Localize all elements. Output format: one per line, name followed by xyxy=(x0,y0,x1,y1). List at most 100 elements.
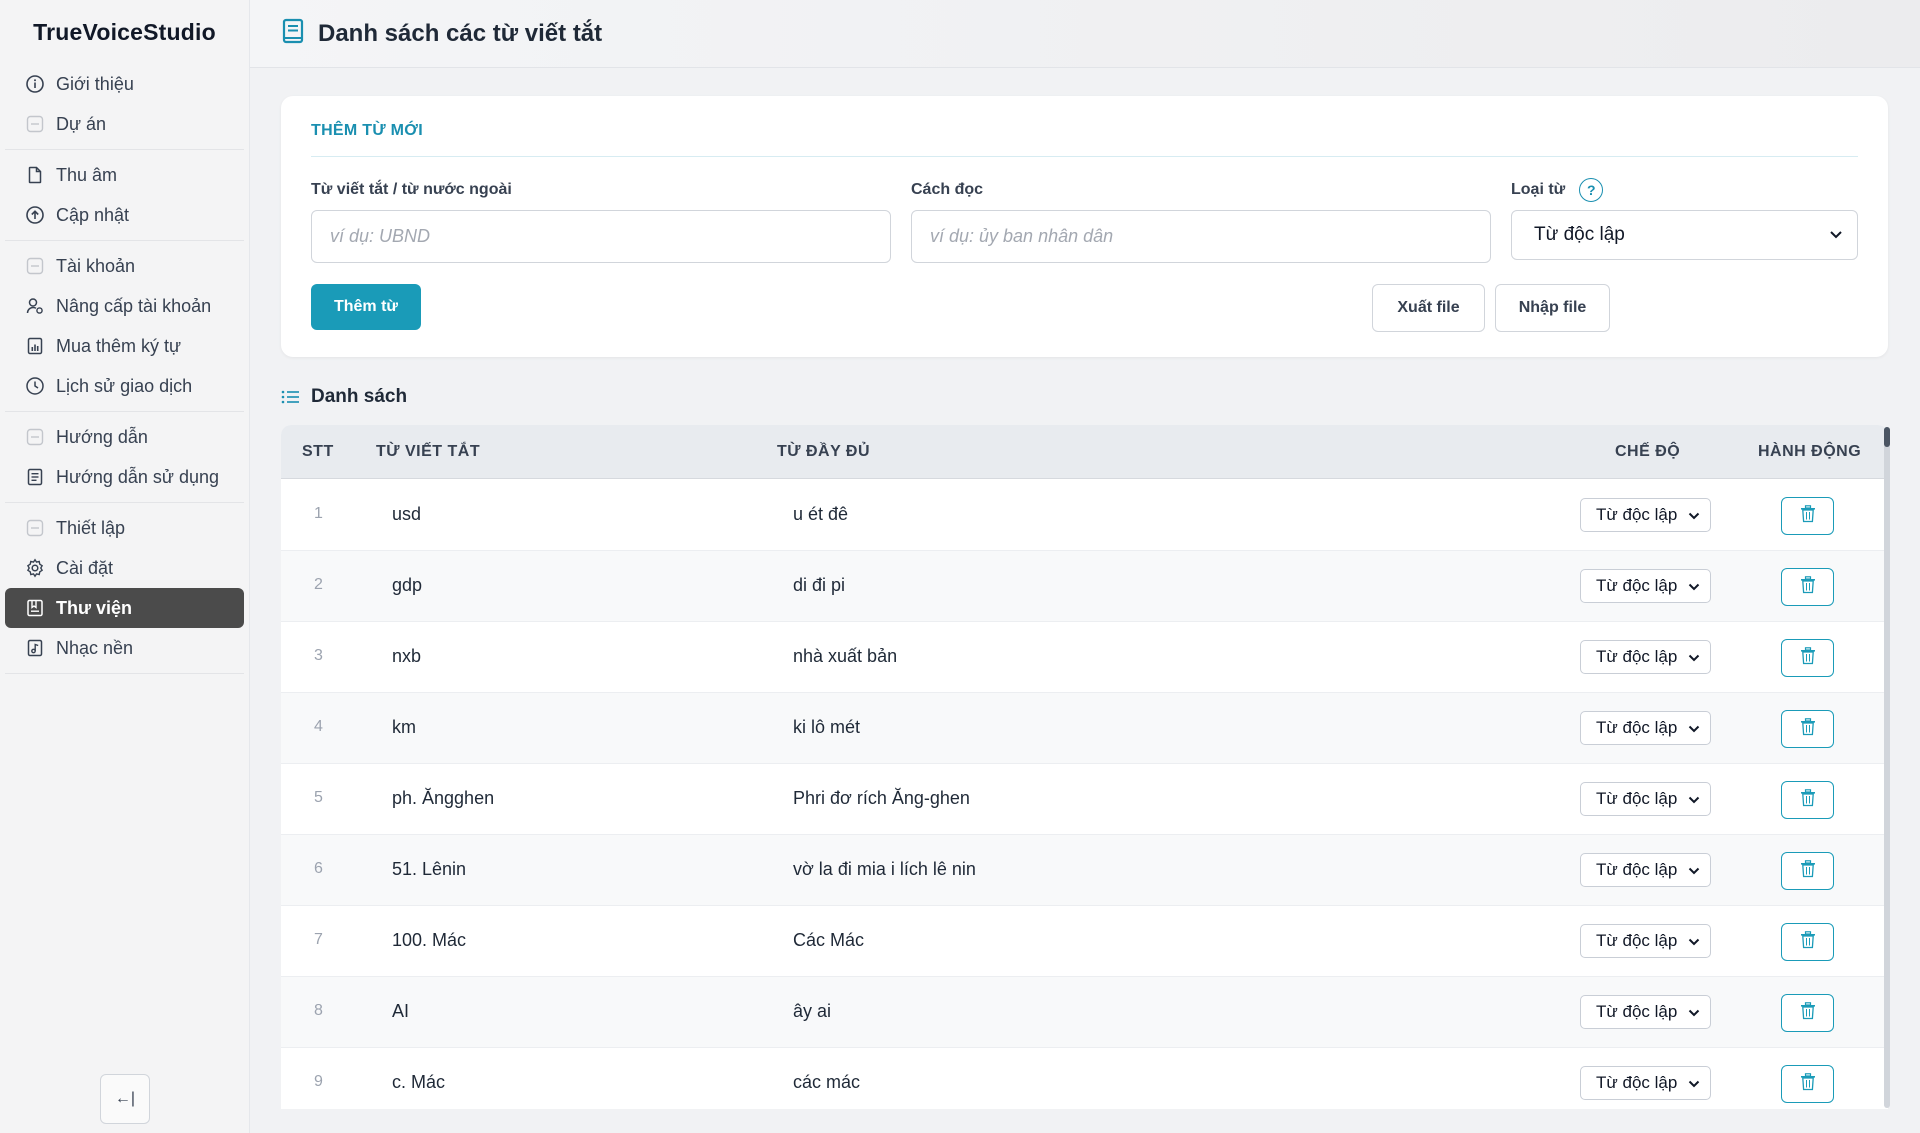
delete-button[interactable] xyxy=(1781,994,1834,1032)
row-stt: 5 xyxy=(314,789,323,806)
trash-icon xyxy=(1800,930,1816,954)
collapsed-group-icon xyxy=(25,256,45,276)
sidebar-item-label: Thu âm xyxy=(56,164,118,185)
column-header-stt: STT xyxy=(302,443,334,460)
row-full: ây ai xyxy=(793,1001,832,1021)
sidebar-item-thu-vien[interactable]: Thư viện xyxy=(5,588,244,628)
delete-button[interactable] xyxy=(1781,568,1834,606)
sidebar-item-mua-them[interactable]: Mua thêm ký tự xyxy=(5,326,244,366)
chevron-down-icon xyxy=(1688,860,1700,880)
delete-button[interactable] xyxy=(1781,781,1834,819)
row-mode-select[interactable]: Từ độc lập xyxy=(1580,711,1711,745)
table-row: 1 usd u ét đê Từ độc lập xyxy=(281,480,1888,551)
abbr-input[interactable] xyxy=(311,210,891,263)
sidebar-item-nang-cap[interactable]: Nâng cấp tài khoản xyxy=(5,286,244,326)
sidebar-item-lich-su[interactable]: Lịch sử giao dịch xyxy=(5,366,244,406)
list-title: Danh sách xyxy=(311,386,408,407)
sidebar-item-huong-dan-su-dung[interactable]: Hướng dẫn sử dụng xyxy=(5,457,244,497)
row-mode-value: Từ độc lập xyxy=(1596,576,1678,595)
upload-circle-icon xyxy=(25,205,45,225)
table-row: 4 km ki lô mét Từ độc lập xyxy=(281,693,1888,764)
delete-button[interactable] xyxy=(1781,923,1834,961)
row-abbr: c. Mác xyxy=(392,1072,446,1092)
row-full: ki lô mét xyxy=(793,717,861,737)
sidebar-item-du-an[interactable]: Dự án xyxy=(5,104,244,144)
row-mode-select[interactable]: Từ độc lập xyxy=(1580,498,1711,532)
delete-button[interactable] xyxy=(1781,639,1834,677)
trash-icon xyxy=(1800,788,1816,812)
sidebar-item-label: Thiết lập xyxy=(56,517,126,538)
sidebar-item-tai-khoan[interactable]: Tài khoản xyxy=(5,246,244,286)
sidebar-item-nhac-nen[interactable]: Nhạc nền xyxy=(5,628,244,668)
sidebar-item-cap-nhat[interactable]: Cập nhật xyxy=(5,195,244,235)
sidebar-item-gioi-thieu[interactable]: Giới thiệu xyxy=(5,64,244,104)
table-row: 8 AI ây ai Từ độc lập xyxy=(281,977,1888,1048)
sidebar-item-label: Mua thêm ký tự xyxy=(56,335,182,356)
collapse-sidebar-button[interactable]: ←| xyxy=(100,1074,150,1124)
export-file-button[interactable]: Xuất file xyxy=(1372,284,1485,332)
sidebar-item-thu-am[interactable]: Thu âm xyxy=(5,155,244,195)
word-type-value: Từ độc lập xyxy=(1534,224,1625,245)
row-full: Các Mác xyxy=(793,930,865,950)
table-header: STT TỪ VIẾT TẮT TỪ ĐẦY ĐỦ CHẾ ĐỘ HÀNH ĐỘ… xyxy=(281,425,1888,479)
row-mode-value: Từ độc lập xyxy=(1596,931,1678,950)
sidebar-item-label: Cài đặt xyxy=(56,557,114,578)
row-full: vờ la đi mia i lích lê nin xyxy=(793,859,976,879)
import-file-button[interactable]: Nhập file xyxy=(1495,284,1610,332)
row-stt: 4 xyxy=(314,718,323,735)
row-stt: 1 xyxy=(314,505,323,522)
row-mode-select[interactable]: Từ độc lập xyxy=(1580,640,1711,674)
row-mode-select[interactable]: Từ độc lập xyxy=(1580,853,1711,887)
add-word-card: THÊM TỪ MỚI Từ viết tắt / từ nước ngoài … xyxy=(281,96,1888,357)
reading-input[interactable] xyxy=(911,210,1491,263)
row-stt: 9 xyxy=(314,1073,323,1090)
row-abbr: 100. Mác xyxy=(392,930,467,950)
sidebar-item-thiet-lap[interactable]: Thiết lập xyxy=(5,508,244,548)
sidebar-item-huong-dan[interactable]: Hướng dẫn xyxy=(5,417,244,457)
sidebar-item-cai-dat[interactable]: Cài đặt xyxy=(5,548,244,588)
delete-button[interactable] xyxy=(1781,1065,1834,1103)
row-mode-select[interactable]: Từ độc lập xyxy=(1580,924,1711,958)
row-mode-select[interactable]: Từ độc lập xyxy=(1580,995,1711,1029)
word-type-select[interactable]: Từ độc lập xyxy=(1511,210,1858,260)
table-row: 5 ph. Ăngghen Phri đơ rích Ăng-ghen Từ đ… xyxy=(281,764,1888,835)
chart-file-icon xyxy=(25,336,45,356)
delete-button[interactable] xyxy=(1781,497,1834,535)
trash-icon xyxy=(1800,1001,1816,1025)
music-file-icon xyxy=(25,638,45,658)
chevron-down-icon xyxy=(1688,647,1700,667)
card-divider xyxy=(311,156,1858,157)
row-mode-select[interactable]: Từ độc lập xyxy=(1580,569,1711,603)
row-mode-select[interactable]: Từ độc lập xyxy=(1580,1066,1711,1100)
history-icon xyxy=(25,376,45,396)
delete-button[interactable] xyxy=(1781,710,1834,748)
delete-button[interactable] xyxy=(1781,852,1834,890)
file-icon xyxy=(25,165,45,185)
chevron-down-icon xyxy=(1688,718,1700,738)
row-full: u ét đê xyxy=(793,504,849,524)
scrollbar-thumb[interactable] xyxy=(1884,427,1890,447)
trash-icon xyxy=(1800,646,1816,670)
row-stt: 2 xyxy=(314,576,323,593)
sidebar-item-label: Tài khoản xyxy=(56,255,136,276)
row-mode-select[interactable]: Từ độc lập xyxy=(1580,782,1711,816)
chevron-down-icon xyxy=(1688,1073,1700,1093)
row-full: Phri đơ rích Ăng-ghen xyxy=(793,788,970,808)
row-mode-value: Từ độc lập xyxy=(1596,718,1678,737)
type-label-group: Loại từ ? xyxy=(1511,178,1604,202)
add-word-button[interactable]: Thêm từ xyxy=(311,284,421,330)
sidebar-item-label: Giới thiệu xyxy=(56,73,134,94)
row-mode-value: Từ độc lập xyxy=(1596,505,1678,524)
row-full: di đi pi xyxy=(793,575,846,595)
table-scrollbar[interactable] xyxy=(1884,427,1890,1108)
chevron-down-icon xyxy=(1688,505,1700,525)
list-heading: Danh sách xyxy=(281,386,407,408)
chevron-down-icon xyxy=(1829,224,1843,246)
help-icon[interactable]: ? xyxy=(1579,178,1604,202)
library-icon xyxy=(25,598,45,618)
table-row: 3 nxb nhà xuất bản Từ độc lập xyxy=(281,622,1888,693)
sidebar-divider xyxy=(5,673,244,674)
column-header-action: HÀNH ĐỘNG xyxy=(1758,443,1862,460)
sidebar-divider xyxy=(5,411,244,412)
row-mode-value: Từ độc lập xyxy=(1596,1002,1678,1021)
